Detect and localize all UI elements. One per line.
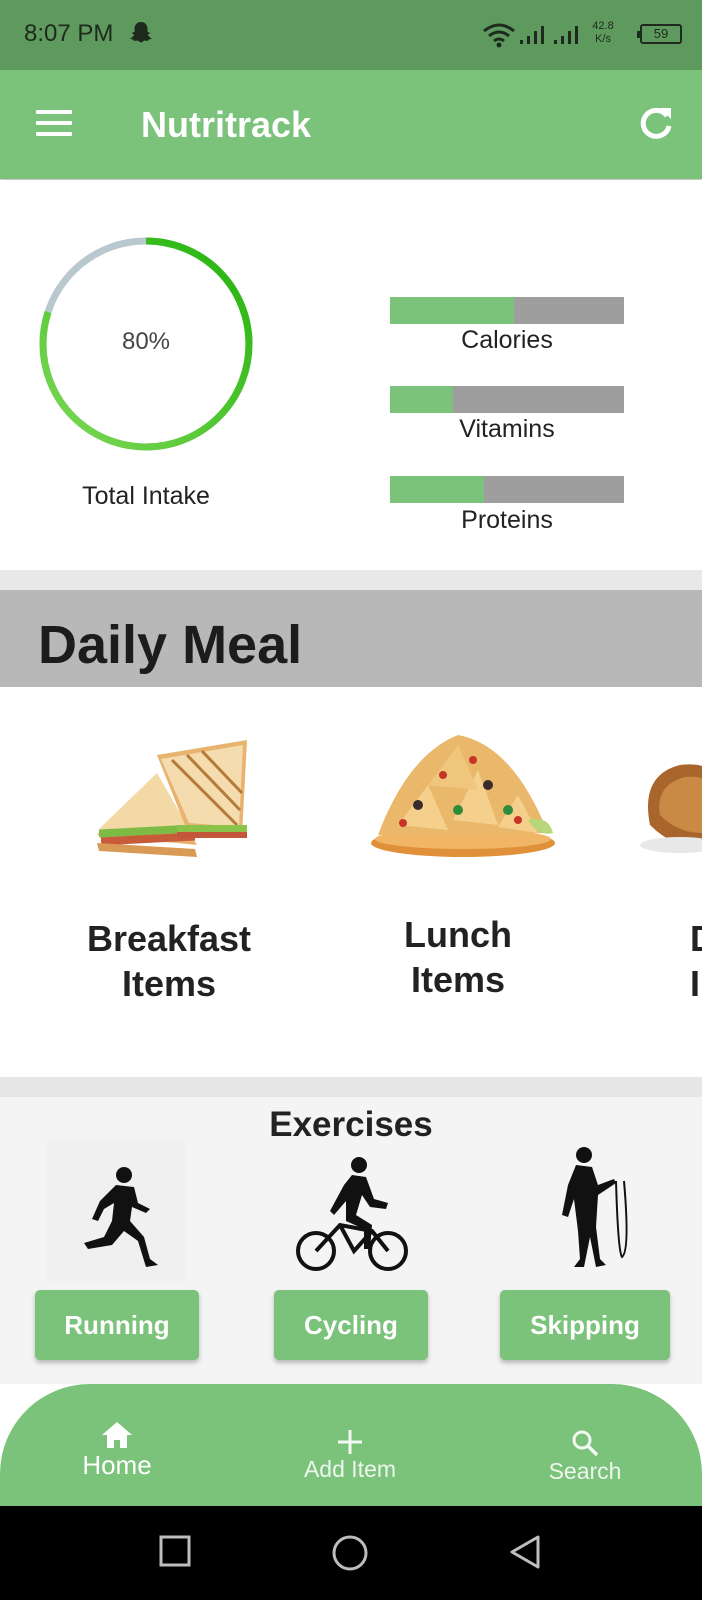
cyclist-icon <box>296 1157 408 1271</box>
calories-bar <box>390 297 624 324</box>
signal-icon-2 <box>554 26 578 44</box>
network-speed: 42.8 K/s <box>590 20 616 46</box>
hamburger-menu-icon[interactable] <box>36 110 72 138</box>
skipping-rope-icon <box>562 1147 628 1267</box>
wifi-icon <box>483 23 515 48</box>
roast-chicken-icon <box>640 764 702 853</box>
home-circle-icon[interactable] <box>331 1534 369 1572</box>
nav-home[interactable]: Home <box>60 1420 174 1481</box>
exercises-title: Exercises <box>269 1105 433 1144</box>
daily-meal-title: Daily Meal <box>38 615 303 675</box>
section-divider <box>0 1077 702 1097</box>
vitamins-label: Vitamins <box>459 415 555 443</box>
plus-icon <box>338 1430 362 1454</box>
network-speed-unit: K/s <box>595 33 611 45</box>
dinner-line1: D <box>690 916 702 961</box>
nav-search-label: Search <box>548 1458 622 1484</box>
app-bar: Nutritrack <box>0 70 702 179</box>
proteins-label: Proteins <box>461 506 553 534</box>
recents-square-icon[interactable] <box>158 1534 192 1568</box>
proteins-bar-fill <box>390 476 484 503</box>
nav-search[interactable]: Search <box>538 1428 632 1485</box>
running-button[interactable]: Running <box>35 1290 199 1360</box>
calories-bar-fill <box>390 297 515 324</box>
meal-carousel[interactable]: Breakfast Items Lunch Items I <box>0 687 702 1077</box>
app-title: Nutritrack <box>141 104 312 145</box>
sandwich-icon <box>96 740 247 857</box>
proteins-bar <box>390 476 624 503</box>
breakfast-line2: Items <box>121 963 217 1004</box>
intake-summary: 80% Total Intake Calories Vitamins Prote… <box>0 180 702 570</box>
system-navigation-bar <box>0 1506 702 1600</box>
breakfast-line1: Breakfast <box>86 918 252 959</box>
home-icon <box>102 1422 132 1448</box>
vitamins-bar-fill <box>390 386 454 413</box>
search-icon <box>572 1430 599 1457</box>
dinner-line2: I <box>690 963 701 1004</box>
lunch-line1: Lunch <box>404 914 512 955</box>
status-time: 8:07 PM <box>24 20 114 47</box>
runner-icon <box>46 1141 186 1281</box>
signal-icon-1 <box>520 26 544 44</box>
battery-level: 59 <box>653 26 669 41</box>
skipping-button[interactable]: Skipping <box>500 1290 670 1360</box>
lunch-line2: Items <box>410 959 506 1000</box>
nachos-icon <box>371 735 555 857</box>
snapchat-ghost-icon <box>130 22 152 43</box>
bottom-navigation: Home Add Item Search <box>0 1384 702 1506</box>
daily-meal-header: Daily Meal <box>0 590 702 687</box>
network-speed-value: 42.8 <box>592 20 614 32</box>
status-bar: 8:07 PM 42.8 K/s 59 <box>0 0 702 70</box>
cycling-button[interactable]: Cycling <box>274 1290 428 1360</box>
total-intake-value: 80% <box>121 328 171 355</box>
back-triangle-icon[interactable] <box>508 1534 542 1570</box>
total-intake-label: Total Intake <box>82 482 210 510</box>
meal-card-breakfast[interactable]: Breakfast Items <box>54 715 284 1006</box>
calories-label: Calories <box>461 326 553 354</box>
nav-add-item[interactable]: Add Item <box>296 1428 404 1483</box>
battery-icon: 59 <box>637 24 682 44</box>
nav-home-label: Home <box>82 1450 152 1480</box>
nav-add-item-label: Add Item <box>303 1456 397 1482</box>
battery-tip <box>637 31 640 38</box>
meal-card-dinner[interactable]: D I <box>640 715 702 1006</box>
refresh-icon[interactable] <box>636 104 676 144</box>
meal-card-lunch[interactable]: Lunch Items <box>343 715 573 1002</box>
section-divider <box>0 570 702 590</box>
status-right: 42.8 K/s 59 <box>482 18 682 52</box>
exercises-section: Exercises Running Cycling Skipping <box>0 1097 702 1384</box>
vitamins-bar <box>390 386 624 413</box>
